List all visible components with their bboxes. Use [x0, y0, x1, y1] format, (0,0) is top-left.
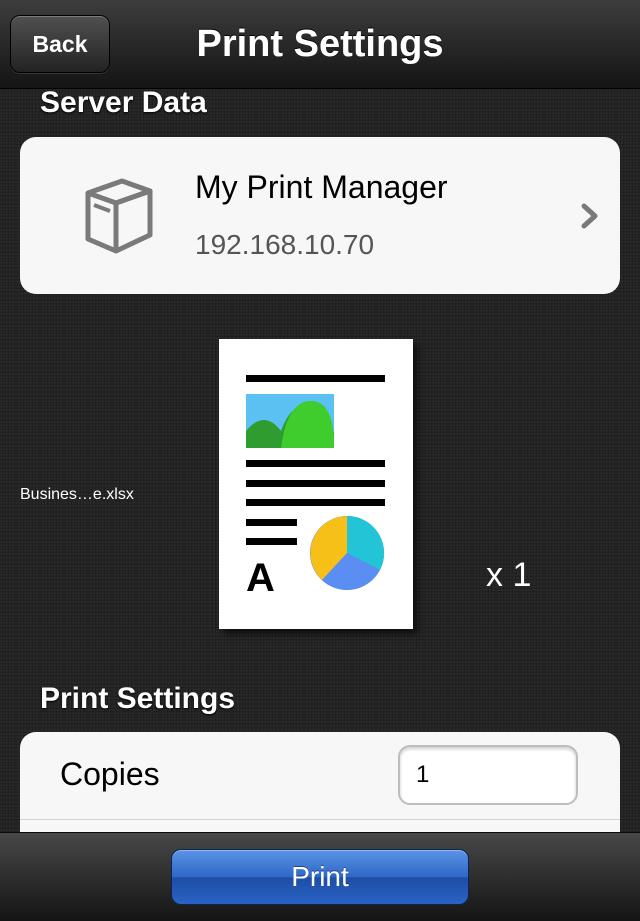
bottom-toolbar: Print	[0, 832, 640, 921]
document-preview: A	[219, 339, 413, 629]
printer-box-icon	[85, 178, 153, 254]
server-ip: 192.168.10.70	[195, 229, 375, 260]
server-selector[interactable]: My Print Manager 192.168.10.70	[20, 137, 620, 294]
document-filename: Busines…e.xlsx	[20, 486, 134, 503]
print-button[interactable]: Print	[171, 849, 469, 905]
copies-indicator: x 1	[486, 556, 532, 594]
back-button[interactable]: Back	[10, 15, 110, 73]
copies-input[interactable]	[398, 745, 578, 805]
server-name: My Print Manager	[195, 169, 448, 205]
chevron-right-icon	[581, 203, 598, 229]
copies-label: Copies	[60, 756, 160, 792]
document-thumbnail-icon: A	[246, 375, 385, 600]
navigation-bar: Print Settings Back	[0, 0, 640, 89]
row-divider	[20, 819, 620, 820]
document-preview-letter: A	[246, 556, 275, 600]
print-settings-header: Print Settings	[40, 682, 236, 715]
server-data-header: Server Data	[40, 86, 207, 119]
